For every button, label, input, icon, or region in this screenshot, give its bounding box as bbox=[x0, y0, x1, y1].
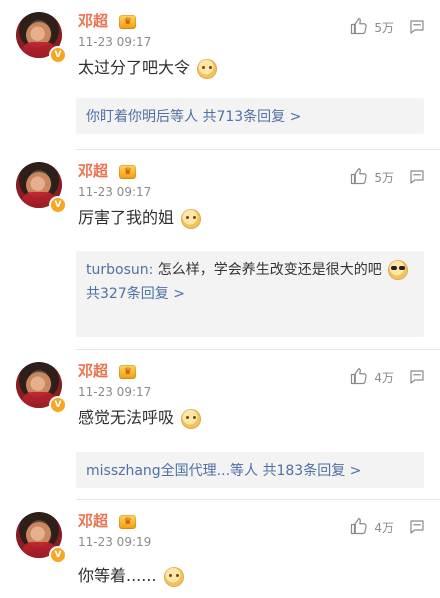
comment-item: V 邓超 ♛ 11-23 09:17 5万 厉害了我的姐 turbosun: 怎… bbox=[0, 150, 440, 350]
comment-icon[interactable] bbox=[408, 18, 426, 36]
doge-emoji-icon bbox=[163, 566, 184, 587]
chevron-right-icon[interactable]: > bbox=[173, 286, 185, 302]
username[interactable]: 邓超 ♛ bbox=[78, 161, 137, 181]
verified-badge: V bbox=[49, 196, 67, 214]
reply-count[interactable]: 共327条回复 bbox=[86, 286, 169, 302]
comment-text: 感觉无法呼吸 bbox=[78, 407, 202, 429]
crown-icon: ♛ bbox=[119, 14, 137, 29]
comment-list: V 邓超 ♛ 11-23 09:17 5万 太过分了吧大令 你盯着你明后等人 共… bbox=[0, 0, 440, 598]
reply-count[interactable]: 共183条回复 bbox=[262, 463, 345, 479]
timestamp: 11-23 09:19 bbox=[78, 535, 152, 549]
doge-emoji-icon bbox=[181, 408, 202, 429]
comment-item: V 邓超 ♛ 11-23 09:17 5万 太过分了吧大令 你盯着你明后等人 共… bbox=[0, 0, 440, 150]
comment-text: 你等着...... bbox=[78, 565, 184, 587]
comment-text-content: 感觉无法呼吸 bbox=[78, 408, 175, 427]
reply-summary[interactable]: 你盯着你明后等人 共713条回复 > bbox=[76, 98, 424, 134]
reply-users[interactable]: 你盯着你明后 bbox=[86, 109, 170, 125]
verified-badge: V bbox=[49, 546, 67, 564]
reply-summary[interactable]: misszhang全国代理...等人 共183条回复 > bbox=[76, 452, 424, 488]
like-count: 4万 bbox=[374, 520, 394, 535]
like-button[interactable]: 5万 bbox=[350, 167, 394, 188]
username-text[interactable]: 邓超 bbox=[78, 12, 108, 30]
verified-badge: V bbox=[49, 46, 67, 64]
username[interactable]: 邓超 ♛ bbox=[78, 511, 137, 531]
like-count: 5万 bbox=[374, 20, 394, 35]
crown-icon: ♛ bbox=[119, 164, 137, 179]
comment-item: V 邓超 ♛ 11-23 09:17 4万 感觉无法呼吸 misszhang全国… bbox=[0, 350, 440, 500]
username-text[interactable]: 邓超 bbox=[78, 362, 108, 380]
comment-icon[interactable] bbox=[408, 518, 426, 536]
reply-content: 怎么样，学会养生改变还是很大的吧 bbox=[157, 262, 382, 278]
doge-emoji-icon bbox=[181, 208, 202, 229]
thumbs-up-icon bbox=[350, 367, 368, 388]
thumbs-up-icon bbox=[350, 167, 368, 188]
like-count: 4万 bbox=[374, 370, 394, 385]
username-text[interactable]: 邓超 bbox=[78, 162, 108, 180]
crown-icon: ♛ bbox=[119, 364, 137, 379]
username-text[interactable]: 邓超 bbox=[78, 512, 108, 530]
comment-icon[interactable] bbox=[408, 168, 426, 186]
comment-icon[interactable] bbox=[408, 368, 426, 386]
reply-summary-line[interactable]: misszhang全国代理...等人 共183条回复 > bbox=[86, 460, 414, 482]
like-button[interactable]: 4万 bbox=[350, 367, 394, 388]
like-count: 5万 bbox=[374, 170, 394, 185]
reply-users[interactable]: misszhang全国代理... bbox=[86, 463, 230, 479]
comment-item: V 邓超 ♛ 11-23 09:19 4万 你等着...... bbox=[0, 500, 440, 598]
thumbs-up-icon bbox=[350, 517, 368, 538]
crown-icon: ♛ bbox=[119, 514, 137, 529]
reply-suffix: 等人 bbox=[230, 463, 259, 479]
comment-text: 厉害了我的姐 bbox=[78, 207, 202, 229]
timestamp: 11-23 09:17 bbox=[78, 35, 152, 49]
timestamp: 11-23 09:17 bbox=[78, 185, 152, 199]
comment-text-content: 厉害了我的姐 bbox=[78, 208, 175, 227]
like-button[interactable]: 5万 bbox=[350, 17, 394, 38]
sunglasses-emoji-icon bbox=[388, 260, 409, 280]
doge-emoji-icon bbox=[197, 58, 218, 79]
username[interactable]: 邓超 ♛ bbox=[78, 361, 137, 381]
verified-badge: V bbox=[49, 396, 67, 414]
comment-text-content: 你等着...... bbox=[78, 566, 157, 585]
comment-text-content: 太过分了吧大令 bbox=[78, 58, 191, 77]
timestamp: 11-23 09:17 bbox=[78, 385, 152, 399]
chevron-right-icon[interactable]: > bbox=[350, 463, 362, 479]
like-button[interactable]: 4万 bbox=[350, 517, 394, 538]
thumbs-up-icon bbox=[350, 17, 368, 38]
reply-user[interactable]: turbosun: bbox=[86, 262, 153, 278]
reply-preview-text[interactable]: turbosun: 怎么样，学会养生改变还是很大的吧 bbox=[86, 259, 414, 281]
reply-summary-line[interactable]: 你盯着你明后等人 共713条回复 > bbox=[86, 106, 414, 128]
reply-count[interactable]: 共713条回复 bbox=[202, 109, 285, 125]
username[interactable]: 邓超 ♛ bbox=[78, 11, 137, 31]
reply-count-line[interactable]: 共327条回复 > bbox=[86, 283, 414, 305]
chevron-right-icon[interactable]: > bbox=[290, 109, 302, 125]
reply-suffix: 等人 bbox=[170, 109, 198, 125]
comment-text: 太过分了吧大令 bbox=[78, 57, 218, 79]
reply-preview[interactable]: turbosun: 怎么样，学会养生改变还是很大的吧 共327条回复 > bbox=[76, 251, 424, 337]
